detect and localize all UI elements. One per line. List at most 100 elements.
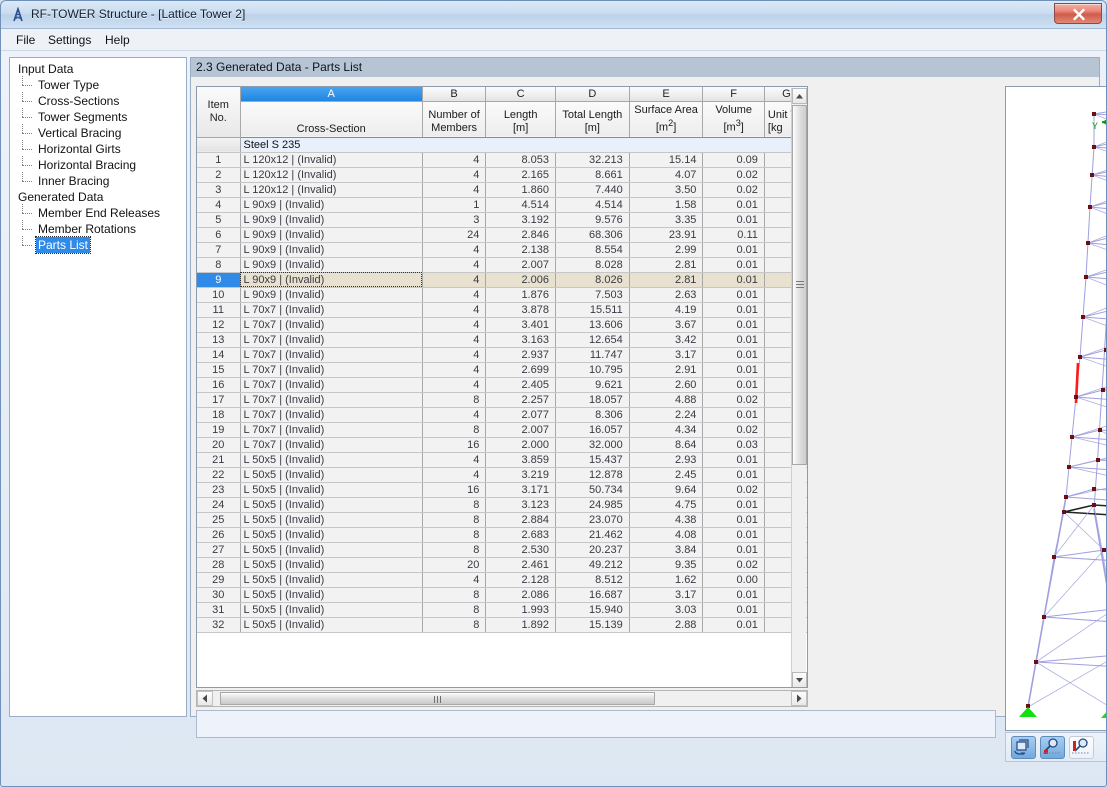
cell-volume[interactable]: 0.01: [703, 617, 764, 632]
cell-number-of-members[interactable]: 4: [422, 452, 486, 467]
cell-total-length[interactable]: 49.212: [555, 557, 629, 572]
cell-number-of-members[interactable]: 4: [422, 362, 486, 377]
row-header-item-no[interactable]: 21: [197, 452, 240, 467]
cell-surface-area[interactable]: 3.17: [629, 347, 703, 362]
cell-length[interactable]: 3.219: [486, 467, 556, 482]
table-row[interactable]: 22L 50x5 | (Invalid)43.21912.8782.450.01: [197, 467, 808, 482]
cell-total-length[interactable]: 9.576: [555, 212, 629, 227]
table-row[interactable]: 11L 70x7 | (Invalid)43.87815.5114.190.01: [197, 302, 808, 317]
cell-volume[interactable]: 0.02: [703, 482, 764, 497]
column-letter-b[interactable]: B: [422, 87, 486, 101]
table-row[interactable]: 25L 50x5 | (Invalid)82.88423.0704.380.01: [197, 512, 808, 527]
row-header-item-no[interactable]: 13: [197, 332, 240, 347]
cell-length[interactable]: 1.892: [486, 617, 556, 632]
cell-number-of-members[interactable]: 4: [422, 152, 486, 167]
table-row[interactable]: 6L 90x9 | (Invalid)242.84668.30623.910.1…: [197, 227, 808, 242]
cell-cross-section[interactable]: L 90x9 | (Invalid): [240, 197, 422, 212]
table-row[interactable]: 15L 70x7 | (Invalid)42.69910.7952.910.01: [197, 362, 808, 377]
table-row[interactable]: 3L 120x12 | (Invalid)41.8607.4403.500.02: [197, 182, 808, 197]
cell-volume[interactable]: 0.02: [703, 422, 764, 437]
cell-number-of-members[interactable]: 4: [422, 242, 486, 257]
column-letter-c[interactable]: C: [486, 87, 556, 101]
cell-length[interactable]: 1.876: [486, 287, 556, 302]
row-header-item-no[interactable]: 8: [197, 257, 240, 272]
cell-total-length[interactable]: 15.139: [555, 617, 629, 632]
table-row[interactable]: 26L 50x5 | (Invalid)82.68321.4624.080.01: [197, 527, 808, 542]
cell-cross-section[interactable]: L 50x5 | (Invalid): [240, 542, 422, 557]
cell-total-length[interactable]: 24.985: [555, 497, 629, 512]
cell-surface-area[interactable]: 2.81: [629, 272, 703, 287]
column-letter-a[interactable]: A: [240, 87, 422, 101]
row-header-item-no[interactable]: 4: [197, 197, 240, 212]
cell-length[interactable]: 2.405: [486, 377, 556, 392]
row-header-item-no[interactable]: 25: [197, 512, 240, 527]
row-header-item-no[interactable]: 7: [197, 242, 240, 257]
cell-cross-section[interactable]: L 120x12 | (Invalid): [240, 182, 422, 197]
cell-total-length[interactable]: 20.237: [555, 542, 629, 557]
cell-surface-area[interactable]: 15.14: [629, 152, 703, 167]
table-vertical-scrollbar[interactable]: [791, 88, 806, 688]
cell-surface-area[interactable]: 2.63: [629, 287, 703, 302]
sidebar-item-tower-type[interactable]: Tower Type: [14, 77, 186, 93]
cell-cross-section[interactable]: L 90x9 | (Invalid): [240, 257, 422, 272]
cell-total-length[interactable]: 32.000: [555, 437, 629, 452]
cell-total-length[interactable]: 11.747: [555, 347, 629, 362]
sidebar-item-horizontal-girts[interactable]: Horizontal Girts: [14, 141, 186, 157]
cell-volume[interactable]: 0.01: [703, 272, 764, 287]
scroll-down-icon[interactable]: [792, 672, 807, 688]
cell-surface-area[interactable]: 2.45: [629, 467, 703, 482]
cell-number-of-members[interactable]: 8: [422, 392, 486, 407]
column-letter-d[interactable]: D: [555, 87, 629, 101]
cell-total-length[interactable]: 8.026: [555, 272, 629, 287]
tree-group-input-data[interactable]: Input Data: [14, 61, 186, 77]
cell-surface-area[interactable]: 3.84: [629, 542, 703, 557]
cell-surface-area[interactable]: 3.50: [629, 182, 703, 197]
cell-length[interactable]: 2.165: [486, 167, 556, 182]
cell-volume[interactable]: 0.01: [703, 407, 764, 422]
cell-surface-area[interactable]: 4.38: [629, 512, 703, 527]
table-row[interactable]: 29L 50x5 | (Invalid)42.1288.5121.620.00: [197, 572, 808, 587]
cell-length[interactable]: 3.859: [486, 452, 556, 467]
row-header-item-no[interactable]: 14: [197, 347, 240, 362]
cell-volume[interactable]: 0.01: [703, 347, 764, 362]
cell-total-length[interactable]: 21.462: [555, 527, 629, 542]
cell-volume[interactable]: 0.01: [703, 212, 764, 227]
cell-length[interactable]: 3.163: [486, 332, 556, 347]
cell-number-of-members[interactable]: 16: [422, 437, 486, 452]
row-header-item-no[interactable]: 5: [197, 212, 240, 227]
cell-volume[interactable]: 0.01: [703, 317, 764, 332]
cell-surface-area[interactable]: 9.35: [629, 557, 703, 572]
row-header-item-no[interactable]: 28: [197, 557, 240, 572]
cell-cross-section[interactable]: L 50x5 | (Invalid): [240, 482, 422, 497]
cell-cross-section[interactable]: L 50x5 | (Invalid): [240, 602, 422, 617]
cell-volume[interactable]: 0.01: [703, 377, 764, 392]
cell-surface-area[interactable]: 4.19: [629, 302, 703, 317]
cell-volume[interactable]: 0.02: [703, 557, 764, 572]
sidebar-item-parts-list[interactable]: Parts List: [14, 237, 186, 253]
cell-number-of-members[interactable]: 4: [422, 407, 486, 422]
cell-cross-section[interactable]: L 70x7 | (Invalid): [240, 422, 422, 437]
cell-number-of-members[interactable]: 8: [422, 542, 486, 557]
cell-cross-section[interactable]: L 90x9 | (Invalid): [240, 212, 422, 227]
cell-length[interactable]: 3.401: [486, 317, 556, 332]
cell-number-of-members[interactable]: 8: [422, 527, 486, 542]
cell-number-of-members[interactable]: 1: [422, 197, 486, 212]
cell-surface-area[interactable]: 3.35: [629, 212, 703, 227]
row-header-item-no[interactable]: 24: [197, 497, 240, 512]
column-header-number-of-members[interactable]: Number of Members: [422, 101, 486, 137]
cell-length[interactable]: 2.846: [486, 227, 556, 242]
column-header-cross-section[interactable]: Cross-Section: [240, 101, 422, 137]
cell-number-of-members[interactable]: 4: [422, 287, 486, 302]
cell-cross-section[interactable]: L 90x9 | (Invalid): [240, 227, 422, 242]
row-header-item-no[interactable]: 29: [197, 572, 240, 587]
cell-cross-section[interactable]: L 70x7 | (Invalid): [240, 437, 422, 452]
cell-surface-area[interactable]: 1.58: [629, 197, 703, 212]
cell-volume[interactable]: 0.01: [703, 362, 764, 377]
cell-length[interactable]: 2.006: [486, 272, 556, 287]
cell-surface-area[interactable]: 3.67: [629, 317, 703, 332]
cell-number-of-members[interactable]: 4: [422, 377, 486, 392]
cell-cross-section[interactable]: L 50x5 | (Invalid): [240, 512, 422, 527]
cell-volume[interactable]: 0.01: [703, 242, 764, 257]
table-row[interactable]: 10L 90x9 | (Invalid)41.8767.5032.630.01: [197, 287, 808, 302]
cell-surface-area[interactable]: 3.17: [629, 587, 703, 602]
